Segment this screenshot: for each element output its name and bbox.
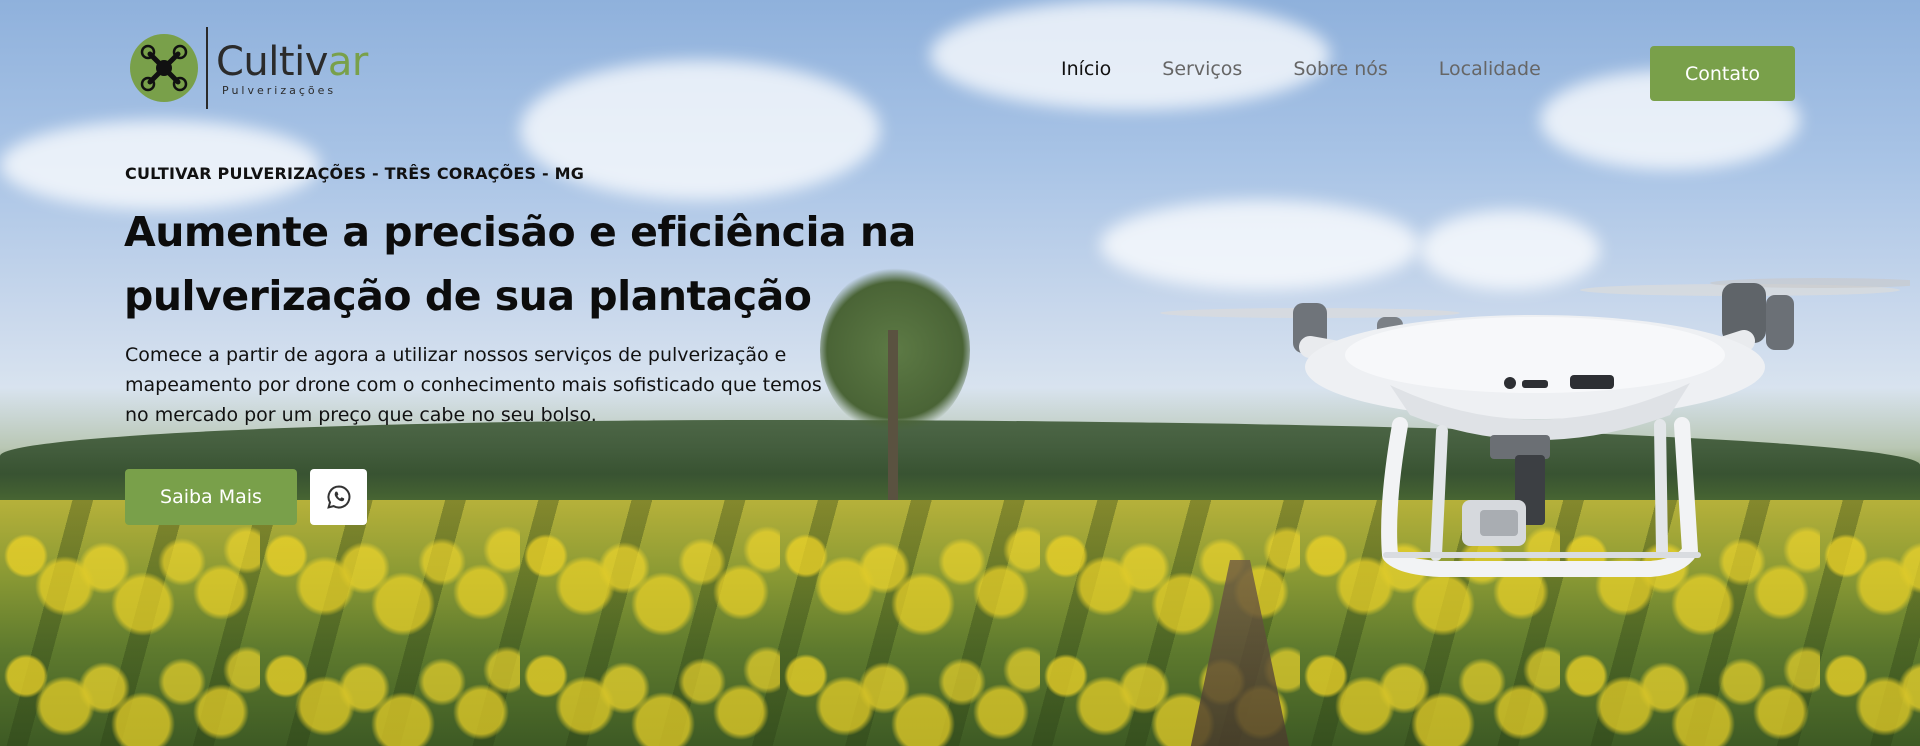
- logo-name: Cultivar: [216, 40, 368, 84]
- nav-item-servicos[interactable]: Serviços: [1162, 58, 1242, 80]
- brand-logo[interactable]: Cultivar Pulverizações: [130, 26, 368, 110]
- hero-description: Comece a partir de agora a utilizar noss…: [125, 340, 905, 430]
- hero-eyebrow: CULTIVAR PULVERIZAÇÕES - TRÊS CORAÇÕES -…: [125, 164, 585, 183]
- nav-item-sobre-nos[interactable]: Sobre nós: [1293, 58, 1387, 80]
- main-nav: Início Serviços Sobre nós Localidade: [1061, 58, 1592, 80]
- nav-item-inicio[interactable]: Início: [1061, 58, 1111, 80]
- hero-description-line2: mapeamento por drone com o conhecimento …: [125, 374, 822, 396]
- logo-text: Cultivar Pulverizações: [216, 40, 368, 97]
- whatsapp-icon: [326, 485, 350, 509]
- nav-item-localidade[interactable]: Localidade: [1439, 58, 1541, 80]
- hero-title: Aumente a precisão e eficiência na pulve…: [124, 200, 924, 328]
- hero-description-line1: Comece a partir de agora a utilizar noss…: [125, 344, 787, 366]
- background-cloud: [930, 0, 1330, 110]
- hero-title-line1: Aumente a precisão e eficiência na: [124, 208, 916, 256]
- logo-subtitle: Pulverizações: [222, 83, 337, 97]
- logo-name-accent: ar: [327, 38, 368, 85]
- logo-name-main: Cultiv: [216, 38, 328, 85]
- hero-section: Cultivar Pulverizações Início Serviços S…: [0, 0, 1920, 746]
- hero-description-line3: no mercado por um preço que cabe no seu …: [125, 404, 597, 426]
- saiba-mais-button[interactable]: Saiba Mais: [125, 469, 297, 525]
- contact-button[interactable]: Contato: [1650, 46, 1795, 101]
- whatsapp-button[interactable]: [310, 469, 367, 525]
- drone-icon: [130, 34, 198, 102]
- hero-title-line2: pulverização de sua plantação: [124, 272, 812, 320]
- logo-divider: [206, 27, 208, 109]
- drone-image: [1160, 278, 1910, 577]
